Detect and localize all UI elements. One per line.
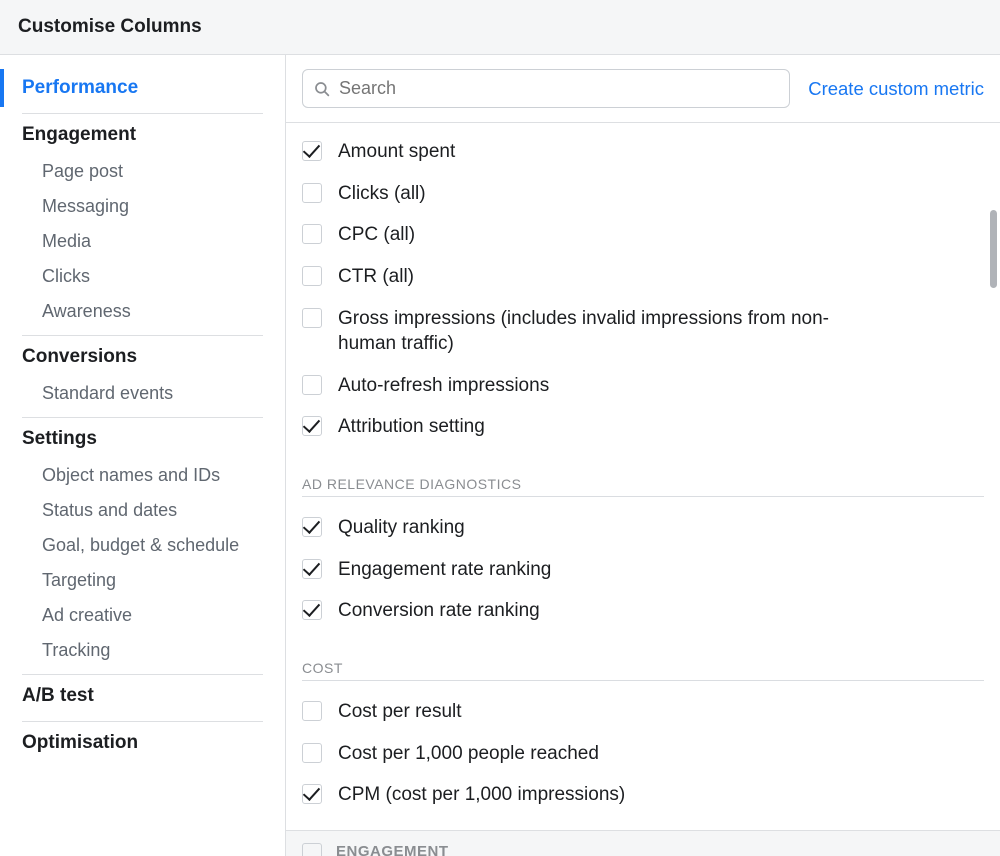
metric-row-clicks-all[interactable]: Clicks (all) bbox=[302, 173, 984, 215]
metric-label: Auto-refresh impressions bbox=[338, 373, 549, 399]
metric-row-gross-impressions[interactable]: Gross impressions (includes invalid impr… bbox=[302, 298, 984, 365]
search-icon bbox=[313, 80, 331, 98]
section-divider bbox=[302, 680, 984, 681]
sidebar-divider bbox=[22, 417, 263, 418]
sidebar-divider bbox=[22, 335, 263, 336]
scrollbar-thumb[interactable] bbox=[990, 210, 997, 288]
sidebar-item-settings[interactable]: Settings bbox=[0, 420, 285, 458]
sidebar-item-performance[interactable]: Performance bbox=[0, 69, 285, 107]
sidebar-item-optimisation[interactable]: Optimisation bbox=[0, 724, 285, 762]
metric-row-amount-spent[interactable]: Amount spent bbox=[302, 131, 984, 173]
section-divider bbox=[302, 496, 984, 497]
sidebar-sub-standard-events[interactable]: Standard events bbox=[0, 376, 285, 411]
sidebar-sub-messaging[interactable]: Messaging bbox=[0, 189, 285, 224]
group-footer-engagement[interactable]: ENGAGEMENT bbox=[286, 830, 1000, 856]
section-heading-cost: COST bbox=[302, 660, 984, 676]
checkbox[interactable] bbox=[302, 743, 322, 763]
metric-row-attribution-setting[interactable]: Attribution setting bbox=[302, 406, 984, 448]
metric-label: Attribution setting bbox=[338, 414, 485, 440]
checkbox[interactable] bbox=[302, 559, 322, 579]
metric-row-cpc-all[interactable]: CPC (all) bbox=[302, 214, 984, 256]
metric-label: CPC (all) bbox=[338, 222, 415, 248]
metric-row-cpm[interactable]: CPM (cost per 1,000 impressions) bbox=[302, 774, 984, 816]
metrics-list: Amount spent Clicks (all) CPC (all) CTR … bbox=[286, 123, 1000, 856]
sidebar-sub-status-dates[interactable]: Status and dates bbox=[0, 493, 285, 528]
sidebar-sub-clicks[interactable]: Clicks bbox=[0, 259, 285, 294]
search-box[interactable] bbox=[302, 69, 790, 108]
checkbox[interactable] bbox=[302, 375, 322, 395]
sidebar-item-engagement[interactable]: Engagement bbox=[0, 116, 285, 154]
metric-label: Amount spent bbox=[338, 139, 455, 165]
create-custom-metric-link[interactable]: Create custom metric bbox=[808, 78, 984, 100]
search-row: Create custom metric bbox=[286, 55, 1000, 123]
metric-label: Cost per 1,000 people reached bbox=[338, 741, 599, 767]
metric-row-quality-ranking[interactable]: Quality ranking bbox=[302, 507, 984, 549]
checkbox[interactable] bbox=[302, 224, 322, 244]
checkbox[interactable] bbox=[302, 416, 322, 436]
metric-label: Gross impressions (includes invalid impr… bbox=[338, 306, 848, 357]
metric-row-conversion-rate-ranking[interactable]: Conversion rate ranking bbox=[302, 590, 984, 632]
metric-label: Conversion rate ranking bbox=[338, 598, 540, 624]
metric-label: CPM (cost per 1,000 impressions) bbox=[338, 782, 625, 808]
sidebar-item-abtest[interactable]: A/B test bbox=[0, 677, 285, 715]
checkbox[interactable] bbox=[302, 266, 322, 286]
sidebar-sub-object-names-ids[interactable]: Object names and IDs bbox=[0, 458, 285, 493]
metric-label: Cost per result bbox=[338, 699, 462, 725]
group-label: ENGAGEMENT bbox=[336, 843, 449, 856]
sidebar-divider bbox=[22, 721, 263, 722]
metrics-scroll[interactable]: Amount spent Clicks (all) CPC (all) CTR … bbox=[286, 123, 1000, 856]
metric-row-engagement-rate-ranking[interactable]: Engagement rate ranking bbox=[302, 549, 984, 591]
metric-label: Engagement rate ranking bbox=[338, 557, 551, 583]
checkbox[interactable] bbox=[302, 308, 322, 328]
sidebar-sub-awareness[interactable]: Awareness bbox=[0, 294, 285, 329]
search-input[interactable] bbox=[339, 78, 779, 99]
checkbox[interactable] bbox=[302, 141, 322, 161]
sidebar-sub-targeting[interactable]: Targeting bbox=[0, 563, 285, 598]
sidebar-divider bbox=[22, 113, 263, 114]
checkbox[interactable] bbox=[302, 517, 322, 537]
sidebar-sub-tracking[interactable]: Tracking bbox=[0, 633, 285, 668]
metric-label: Quality ranking bbox=[338, 515, 465, 541]
checkbox[interactable] bbox=[302, 784, 322, 804]
sidebar-sub-media[interactable]: Media bbox=[0, 224, 285, 259]
sidebar-sub-page-post[interactable]: Page post bbox=[0, 154, 285, 189]
sidebar-sub-goal-budget-schedule[interactable]: Goal, budget & schedule bbox=[0, 528, 285, 563]
metric-label: CTR (all) bbox=[338, 264, 414, 290]
section-heading-ad-relevance: AD RELEVANCE DIAGNOSTICS bbox=[302, 476, 984, 492]
metric-row-cost-per-1000-reached[interactable]: Cost per 1,000 people reached bbox=[302, 733, 984, 775]
sidebar-sub-ad-creative[interactable]: Ad creative bbox=[0, 598, 285, 633]
checkbox[interactable] bbox=[302, 600, 322, 620]
sidebar: Performance Engagement Page post Messagi… bbox=[0, 55, 286, 856]
metric-row-auto-refresh-impressions[interactable]: Auto-refresh impressions bbox=[302, 365, 984, 407]
content-pane: Create custom metric Amount spent Clicks… bbox=[286, 55, 1000, 856]
metric-row-cost-per-result[interactable]: Cost per result bbox=[302, 691, 984, 733]
sidebar-divider bbox=[22, 674, 263, 675]
checkbox[interactable] bbox=[302, 183, 322, 203]
dialog-body: Performance Engagement Page post Messagi… bbox=[0, 55, 1000, 856]
checkbox[interactable] bbox=[302, 843, 322, 856]
checkbox[interactable] bbox=[302, 701, 322, 721]
sidebar-item-conversions[interactable]: Conversions bbox=[0, 338, 285, 376]
metric-label: Clicks (all) bbox=[338, 181, 426, 207]
dialog-title: Customise Columns bbox=[0, 0, 1000, 55]
metric-row-ctr-all[interactable]: CTR (all) bbox=[302, 256, 984, 298]
